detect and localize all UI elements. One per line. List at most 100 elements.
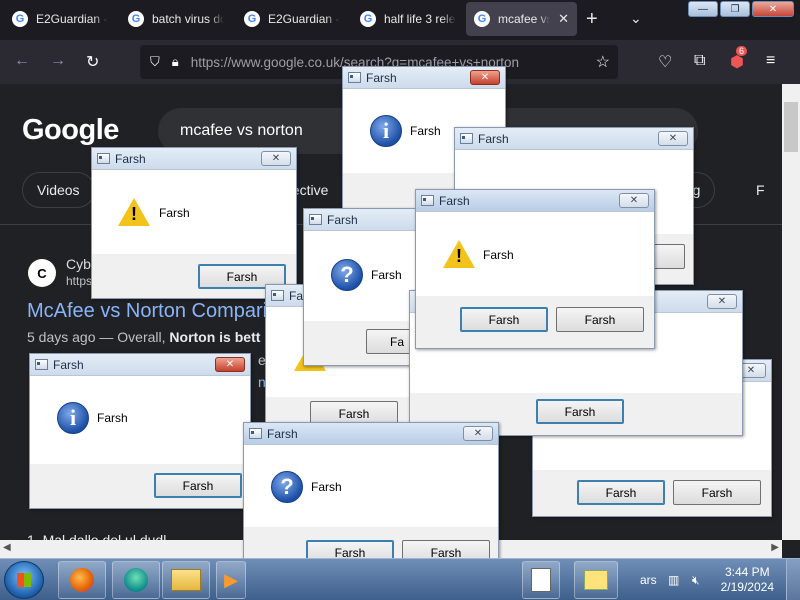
close-window-button[interactable]: ✕ bbox=[752, 1, 794, 17]
lock-icon[interactable]: 🔒︎ bbox=[172, 54, 179, 70]
maximize-button[interactable]: ❐ bbox=[720, 1, 750, 17]
tab-half-life[interactable]: Ghalf life 3 rele bbox=[352, 2, 464, 36]
app-icon bbox=[249, 428, 262, 439]
taskbar-edge[interactable] bbox=[112, 561, 160, 599]
document-icon bbox=[531, 568, 551, 592]
info-icon: i bbox=[57, 402, 89, 434]
list-tabs-icon[interactable]: ⌄ bbox=[630, 10, 642, 27]
taskbar-notepad[interactable] bbox=[574, 561, 618, 599]
extensions-icon[interactable]: ⧉ bbox=[694, 52, 705, 70]
site-name[interactable]: Cyb bbox=[66, 256, 91, 272]
app-icon bbox=[35, 359, 48, 370]
dialog-message: Farsh bbox=[311, 480, 342, 494]
vertical-scrollbar[interactable] bbox=[782, 84, 800, 540]
app-icon bbox=[460, 133, 473, 144]
dialog-message: Farsh bbox=[159, 206, 190, 220]
media-player-icon: ▶ bbox=[224, 569, 238, 590]
google-logo[interactable]: Google bbox=[22, 114, 119, 147]
farsh-dialog-2[interactable]: Farsh ✕ Farsh Farsh bbox=[91, 147, 297, 299]
tab-e2guardian-2[interactable]: G E2Guardian - bbox=[236, 2, 348, 36]
back-icon[interactable]: ← bbox=[14, 52, 30, 70]
show-desktop-button[interactable] bbox=[786, 559, 800, 600]
scroll-left-icon[interactable]: ◀ bbox=[3, 542, 11, 553]
start-button[interactable] bbox=[4, 561, 44, 599]
question-icon: ? bbox=[271, 471, 303, 503]
menu-icon[interactable]: ≡ bbox=[766, 52, 775, 70]
dialog-button[interactable] bbox=[651, 244, 685, 269]
farsh-dialog-10[interactable]: Farsh ✕ ? Farsh Farsh Farsh bbox=[243, 422, 499, 580]
dialog-title: Farsh bbox=[478, 132, 509, 146]
network-icon[interactable]: ▥ bbox=[668, 573, 679, 587]
snippet-bold: Norton is bett bbox=[169, 329, 261, 345]
dialog-close-button[interactable]: ✕ bbox=[658, 131, 688, 146]
system-clock[interactable]: 3:44 PM 2/19/2024 bbox=[721, 565, 774, 595]
site-url[interactable]: https bbox=[66, 274, 92, 288]
folder-icon bbox=[171, 569, 201, 591]
tab-mcafee-active[interactable]: Gmcafee vs ✕ bbox=[466, 2, 577, 36]
dialog-message: Farsh bbox=[97, 411, 128, 425]
result-title-link[interactable]: McAfee vs Norton Compari bbox=[27, 300, 267, 323]
extension-badge: 6 bbox=[736, 46, 748, 56]
google-icon: G bbox=[360, 11, 376, 27]
dialog-title: Farsh bbox=[366, 71, 397, 85]
volume-muted-icon[interactable]: 🔇︎ bbox=[692, 573, 700, 588]
taskbar-firefox[interactable] bbox=[58, 561, 106, 599]
farsh-dialog-5[interactable]: Farsh ✕ Farsh Farsh Farsh bbox=[415, 189, 655, 349]
dialog-titlebar[interactable]: Farsh ✕ bbox=[244, 423, 498, 445]
dialog-close-button[interactable]: ✕ bbox=[261, 151, 291, 166]
app-icon bbox=[421, 195, 434, 206]
chip-more[interactable]: F bbox=[742, 172, 779, 208]
shield-icon[interactable]: ⛉ bbox=[150, 54, 160, 70]
dialog-message: Farsh bbox=[483, 248, 514, 262]
dialog-close-button[interactable]: ✕ bbox=[463, 426, 493, 441]
reload-icon[interactable]: ↻ bbox=[86, 52, 99, 72]
dialog-close-button[interactable]: ✕ bbox=[707, 294, 737, 309]
dialog-titlebar[interactable]: Farsh bbox=[304, 209, 432, 231]
taskbar-app[interactable] bbox=[522, 561, 560, 599]
dialog-title: Farsh bbox=[267, 427, 298, 441]
farsh-button[interactable]: Farsh bbox=[460, 307, 548, 332]
dialog-titlebar[interactable]: Farsh ✕ bbox=[30, 354, 250, 376]
taskbar-explorer[interactable] bbox=[162, 561, 210, 599]
snippet-date: 5 days ago — Overall, bbox=[27, 329, 170, 345]
forward-icon[interactable]: → bbox=[50, 52, 66, 70]
tab-label: E2Guardian - bbox=[268, 12, 340, 26]
dialog-message: Farsh bbox=[410, 124, 441, 138]
taskbar-media[interactable]: ▶ bbox=[216, 561, 246, 599]
app-icon bbox=[348, 72, 361, 83]
dialog-close-button[interactable]: ✕ bbox=[470, 70, 500, 85]
dialog-title: Farsh bbox=[327, 213, 358, 227]
chip-videos[interactable]: Videos bbox=[22, 172, 95, 208]
taskbar: ▶ ars ▥ 🔇︎ 3:44 PM 2/19/2024 bbox=[0, 558, 800, 600]
minimize-button[interactable]: — bbox=[688, 1, 718, 17]
clock-time: 3:44 PM bbox=[724, 565, 770, 579]
farsh-button[interactable]: Farsh bbox=[536, 399, 624, 424]
bookmark-star-icon[interactable]: ☆ bbox=[596, 52, 610, 72]
tab-label: half life 3 rele bbox=[384, 12, 456, 26]
farsh-button[interactable]: Farsh bbox=[673, 480, 761, 505]
dialog-close-button[interactable]: ✕ bbox=[215, 357, 245, 372]
tab-e2guardian-1[interactable]: G E2Guardian - bbox=[4, 2, 116, 36]
pocket-icon[interactable]: ♡ bbox=[658, 52, 672, 72]
dialog-title: Farsh bbox=[439, 194, 470, 208]
farsh-button[interactable]: Farsh bbox=[556, 307, 644, 332]
dialog-titlebar[interactable]: Farsh ✕ bbox=[455, 128, 693, 150]
tab-batch-virus[interactable]: Gbatch virus do bbox=[120, 2, 232, 36]
dialog-titlebar[interactable]: Farsh ✕ bbox=[92, 148, 296, 170]
tab-label: mcafee vs bbox=[498, 12, 551, 26]
dialog-titlebar[interactable]: Farsh ✕ bbox=[343, 67, 505, 89]
dialog-title: Farsh bbox=[53, 358, 84, 372]
dialog-close-button[interactable]: ✕ bbox=[619, 193, 649, 208]
farsh-button[interactable]: Farsh bbox=[154, 473, 242, 498]
farsh-button[interactable]: Farsh bbox=[577, 480, 665, 505]
farsh-dialog-7[interactable]: Farsh ✕ i Farsh Farsh bbox=[29, 353, 251, 509]
scroll-right-icon[interactable]: ▶ bbox=[771, 542, 779, 553]
tab-label: batch virus do bbox=[152, 12, 224, 26]
tray-text: ars bbox=[640, 573, 657, 587]
dialog-titlebar[interactable]: Farsh ✕ bbox=[416, 190, 654, 212]
new-tab-button[interactable]: + bbox=[586, 8, 598, 31]
tab-close-icon[interactable]: ✕ bbox=[558, 11, 569, 27]
scrollbar-thumb[interactable] bbox=[784, 102, 798, 152]
window-controls: — ❐ ✕ bbox=[688, 1, 794, 17]
info-icon: i bbox=[370, 115, 402, 147]
